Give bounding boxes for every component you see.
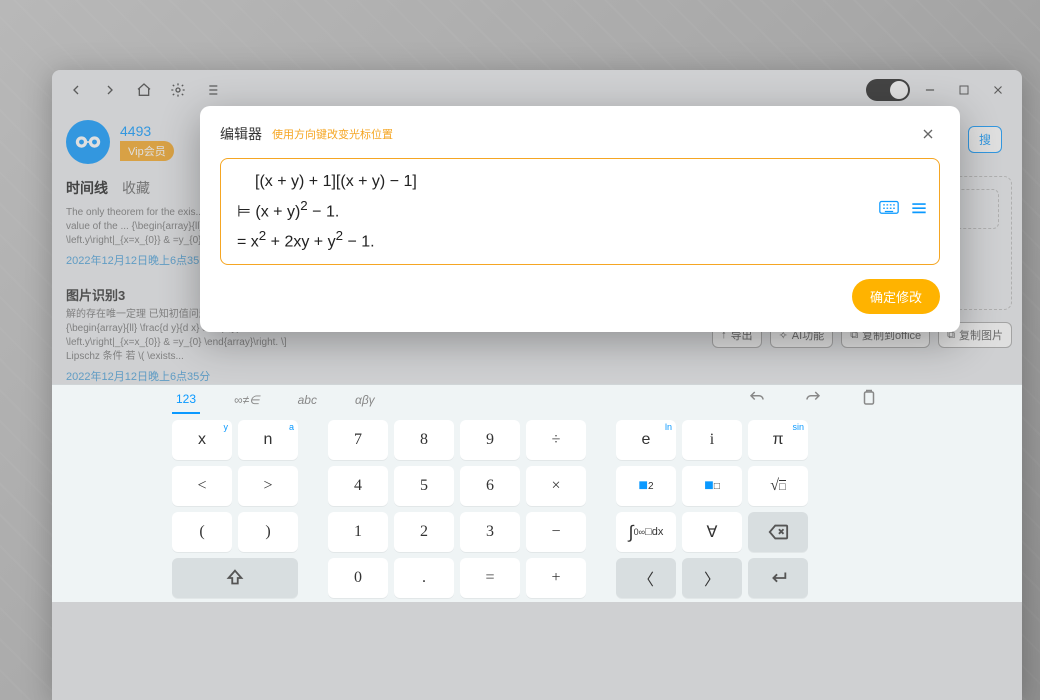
- key-left[interactable]: 〈: [616, 558, 676, 598]
- key-4[interactable]: 4: [328, 466, 388, 506]
- key-9[interactable]: 9: [460, 420, 520, 460]
- key-square[interactable]: ■2: [616, 466, 676, 506]
- settings-button[interactable]: [164, 76, 192, 104]
- kbd-tab-numeric[interactable]: 123: [172, 386, 200, 414]
- dark-mode-toggle[interactable]: [866, 79, 910, 101]
- back-button[interactable]: [62, 76, 90, 104]
- history-title: 图片识别3: [66, 285, 125, 304]
- key-sqrt[interactable]: √□: [748, 466, 808, 506]
- avatar: [66, 120, 110, 164]
- key-integral[interactable]: ∫0∞□dx: [616, 512, 676, 552]
- key-1[interactable]: 1: [328, 512, 388, 552]
- history-time: 2022年12月12日晚上6点35分: [66, 368, 298, 384]
- titlebar: [52, 70, 1022, 110]
- key-dot[interactable]: .: [394, 558, 454, 598]
- key-i[interactable]: i: [682, 420, 742, 460]
- paste-button[interactable]: [856, 385, 882, 414]
- key-equals[interactable]: =: [460, 558, 520, 598]
- tab-favorites[interactable]: 收藏: [122, 178, 150, 198]
- key-shift[interactable]: [172, 558, 298, 598]
- editor-modal: 编辑器 使用方向键改变光标位置 [(x + y) + 1][(x + y) − …: [200, 106, 960, 332]
- modal-title: 编辑器: [220, 124, 262, 144]
- formula-line-1: [(x + y) + 1][(x + y) − 1]: [237, 169, 923, 195]
- list-button[interactable]: [198, 76, 226, 104]
- key-8[interactable]: 8: [394, 420, 454, 460]
- confirm-button[interactable]: 确定修改: [852, 279, 940, 314]
- username: 4493: [120, 123, 174, 139]
- key-forall[interactable]: ∀: [682, 512, 742, 552]
- key-plus[interactable]: +: [526, 558, 586, 598]
- modal-close-button[interactable]: [916, 122, 940, 146]
- key-backspace[interactable]: [748, 512, 808, 552]
- key-3[interactable]: 3: [460, 512, 520, 552]
- key-lt[interactable]: <: [172, 466, 232, 506]
- home-button[interactable]: [130, 76, 158, 104]
- virtual-keyboard: 123 ∞≠∈ abc αβγ xy na < > ( ) 7 8 9 ÷ 4 …: [52, 384, 1022, 602]
- minimize-button[interactable]: [916, 76, 944, 104]
- redo-button[interactable]: [800, 385, 826, 414]
- key-6[interactable]: 6: [460, 466, 520, 506]
- undo-button[interactable]: [744, 385, 770, 414]
- key-0[interactable]: 0: [328, 558, 388, 598]
- kbd-tab-symbols[interactable]: ∞≠∈: [230, 387, 264, 413]
- key-lparen[interactable]: (: [172, 512, 232, 552]
- formula-editor[interactable]: [(x + y) + 1][(x + y) − 1] ⊨ (x + y)2 − …: [220, 158, 940, 265]
- menu-icon[interactable]: [909, 199, 929, 225]
- maximize-button[interactable]: [950, 76, 978, 104]
- key-n[interactable]: na: [238, 420, 298, 460]
- key-5[interactable]: 5: [394, 466, 454, 506]
- tab-timeline[interactable]: 时间线: [66, 178, 108, 198]
- key-divide[interactable]: ÷: [526, 420, 586, 460]
- vip-badge: Vip会员: [120, 141, 174, 161]
- kbd-tab-abc[interactable]: abc: [294, 387, 321, 413]
- formula-line-2: ⊨ (x + y)2 − 1.: [237, 195, 923, 225]
- keyboard-icon[interactable]: [879, 199, 899, 225]
- key-rparen[interactable]: ): [238, 512, 298, 552]
- key-right[interactable]: 〉: [682, 558, 742, 598]
- key-e[interactable]: eln: [616, 420, 676, 460]
- key-multiply[interactable]: ×: [526, 466, 586, 506]
- formula-line-3: = x2 + 2xy + y2 − 1.: [237, 225, 923, 255]
- key-gt[interactable]: >: [238, 466, 298, 506]
- key-pi[interactable]: πsin: [748, 420, 808, 460]
- kbd-tab-greek[interactable]: αβγ: [351, 387, 379, 413]
- key-enter[interactable]: [748, 558, 808, 598]
- search-button[interactable]: 搜: [968, 126, 1002, 153]
- close-window-button[interactable]: [984, 76, 1012, 104]
- modal-hint: 使用方向键改变光标位置: [272, 126, 393, 142]
- key-2[interactable]: 2: [394, 512, 454, 552]
- forward-button[interactable]: [96, 76, 124, 104]
- key-power[interactable]: ■□: [682, 466, 742, 506]
- key-x[interactable]: xy: [172, 420, 232, 460]
- key-minus[interactable]: −: [526, 512, 586, 552]
- key-7[interactable]: 7: [328, 420, 388, 460]
